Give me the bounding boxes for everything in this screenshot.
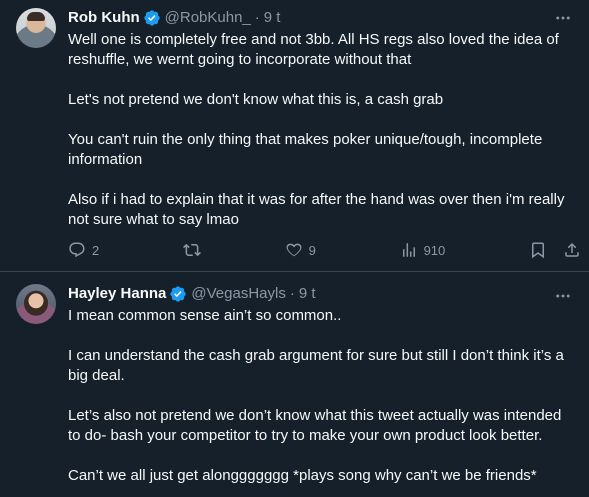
verified-badge-icon — [170, 286, 187, 302]
reply-icon — [69, 242, 85, 258]
avatar[interactable] — [16, 284, 56, 324]
author-name[interactable]: Hayley Hanna — [68, 284, 166, 304]
views-button[interactable]: 910 — [400, 241, 446, 259]
retweet-button[interactable] — [182, 241, 201, 259]
separator-dot: · — [254, 9, 260, 26]
author-handle[interactable]: @RobKuhn_ — [165, 8, 251, 28]
views-icon — [402, 243, 415, 257]
reply-count: 2 — [92, 242, 100, 258]
timestamp[interactable]: 9 t — [264, 8, 281, 28]
like-count: 9 — [308, 242, 316, 258]
more-icon — [556, 16, 570, 20]
author-name[interactable]: Rob Kuhn — [68, 8, 140, 28]
more-options-button[interactable] — [553, 8, 573, 28]
tweet-content: Hayley Hanna @VegasHayls · 9 t I mean co… — [68, 284, 573, 497]
tweet-hayley-hanna[interactable]: Hayley Hanna @VegasHayls · 9 t I mean co… — [0, 272, 589, 497]
tweet-paragraph: Well one is completely free and not 3bb.… — [68, 31, 559, 68]
more-icon — [556, 294, 570, 298]
secondary-actions — [529, 241, 581, 259]
view-count: 910 — [423, 242, 446, 258]
tweet-text: Well one is completely free and not 3bb.… — [68, 30, 573, 230]
avatar[interactable] — [16, 8, 56, 48]
bookmark-button[interactable] — [529, 241, 547, 259]
like-icon — [286, 243, 302, 257]
more-options-button[interactable] — [553, 286, 573, 306]
timestamp[interactable]: 9 t — [299, 284, 316, 304]
tweet-text: I mean common sense ain’t so common.. I … — [68, 306, 573, 486]
retweet-icon — [182, 243, 201, 257]
tweet-actions: 2 9 910 — [68, 240, 581, 260]
tweet-content: Rob Kuhn @RobKuhn_ · 9 t Well one is com… — [68, 8, 579, 271]
tweet-paragraph: I can understand the cash grab argument … — [68, 347, 564, 384]
tweet-paragraph: Can’t we all just get alonggggggg *plays… — [68, 467, 537, 484]
share-button[interactable] — [563, 241, 581, 259]
tweet-paragraph: Let's not pretend we don't know what thi… — [68, 91, 444, 108]
tweet-header: Rob Kuhn @RobKuhn_ · 9 t — [68, 8, 573, 28]
avatar-column — [16, 284, 56, 497]
separator-dot: · — [289, 285, 295, 302]
tweet-header: Hayley Hanna @VegasHayls · 9 t — [68, 284, 573, 304]
tweet-paragraph: Also if i had to explain that it was for… — [68, 191, 565, 228]
tweet-paragraph: I mean common sense ain’t so common.. — [68, 307, 342, 324]
avatar-column — [16, 8, 56, 271]
tweet-rob-kuhn[interactable]: Rob Kuhn @RobKuhn_ · 9 t Well one is com… — [0, 0, 589, 272]
tweet-paragraph: You can't ruin the only thing that makes… — [68, 131, 543, 168]
tweet-paragraph: Let’s also not pretend we don’t know wha… — [68, 407, 562, 444]
share-icon — [565, 242, 579, 257]
verified-badge-icon — [143, 10, 160, 26]
reply-button[interactable]: 2 — [68, 241, 99, 259]
like-button[interactable]: 9 — [285, 241, 316, 259]
author-handle[interactable]: @VegasHayls — [191, 284, 285, 304]
bookmark-icon — [531, 242, 544, 259]
